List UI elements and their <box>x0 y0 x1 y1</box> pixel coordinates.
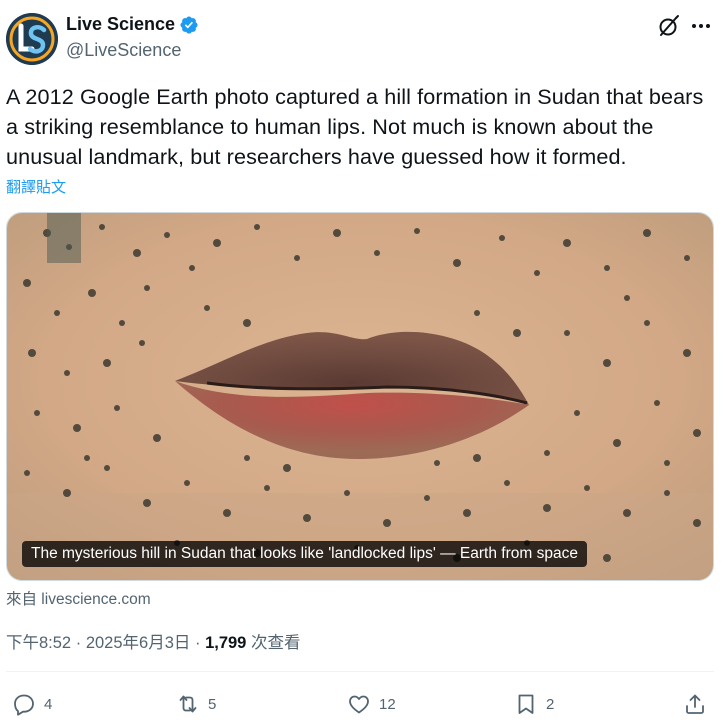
views-count: 1,799 <box>205 634 247 652</box>
grok-icon[interactable] <box>657 14 681 38</box>
reply-count: 4 <box>44 695 53 713</box>
reply-button[interactable]: 4 <box>12 690 52 718</box>
tweet-date[interactable]: 2025年6月3日 <box>86 634 191 652</box>
repost-icon <box>179 695 197 713</box>
reply-icon <box>14 694 34 716</box>
bookmark-button[interactable]: 2 <box>514 690 554 718</box>
tweet-text: A 2012 Google Earth photo captured a hil… <box>6 84 704 169</box>
media-caption: The mysterious hill in Sudan that looks … <box>22 541 587 567</box>
author-handle[interactable]: @LiveScience <box>66 40 181 61</box>
heart-icon <box>349 695 369 714</box>
source-link[interactable]: 來自 livescience.com <box>6 587 151 609</box>
verified-badge-icon <box>180 15 198 34</box>
repost-count: 5 <box>208 695 217 713</box>
meta-separator: · <box>194 634 201 652</box>
like-count: 12 <box>379 695 396 713</box>
author-display-name[interactable]: Live Science <box>66 14 175 35</box>
share-icon <box>686 694 704 714</box>
bookmark-count: 2 <box>546 695 555 713</box>
avatar[interactable] <box>6 13 58 65</box>
divider <box>6 671 714 672</box>
more-options-icon[interactable] <box>688 14 714 38</box>
bookmark-icon <box>518 694 534 714</box>
like-button[interactable]: 12 <box>347 690 396 718</box>
repost-button[interactable]: 5 <box>176 690 216 718</box>
share-button[interactable] <box>683 690 707 718</box>
author-name-row[interactable]: Live Science <box>66 14 199 35</box>
views-label: 次查看 <box>250 634 301 652</box>
meta-separator: · <box>75 634 82 652</box>
tweet-meta: 下午8:52 · 2025年6月3日 · 1,799 次查看 <box>6 629 300 653</box>
tweet-media-image[interactable] <box>6 212 714 581</box>
satellite-photo <box>7 213 713 580</box>
tweet-time[interactable]: 下午8:52 <box>6 634 71 652</box>
translate-post-link[interactable]: 翻譯貼文 <box>6 176 66 197</box>
live-science-logo-icon <box>6 13 58 65</box>
